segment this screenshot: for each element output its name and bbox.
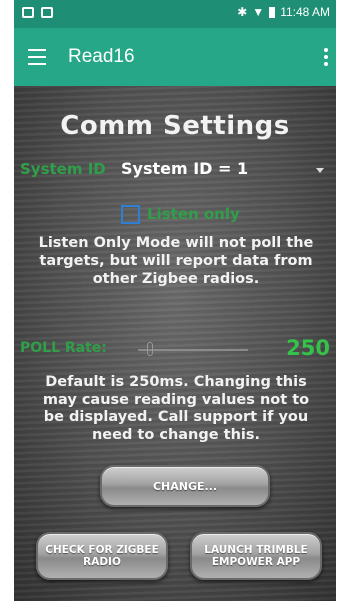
listen-only-label[interactable]: Listen only — [147, 205, 240, 223]
change-button[interactable]: CHANGE... — [100, 465, 270, 507]
dropdown-arrow-icon[interactable] — [316, 168, 324, 173]
launch-trimble-empower-button[interactable]: LAUNCH TRIMBLE EMPOWER APP — [190, 532, 322, 580]
image-icon — [22, 7, 34, 18]
battery-icon — [269, 6, 276, 18]
phone-screen: ✱ ▼ 11:48 AM Read16 Comm Settings System… — [14, 0, 336, 601]
poll-rate-description: Default is 250ms. Changing this may caus… — [42, 374, 310, 443]
listen-only-description: Listen Only Mode will not poll the targe… — [38, 235, 314, 287]
app-bar: Read16 — [14, 28, 336, 86]
status-time: 11:48 AM — [280, 5, 330, 19]
poll-rate-slider[interactable] — [138, 349, 248, 351]
wifi-icon: ▼ — [252, 5, 265, 19]
comm-settings-panel: Comm Settings System ID System ID = 1 Li… — [14, 86, 336, 601]
poll-rate-slider-thumb[interactable] — [147, 342, 153, 356]
check-zigbee-radio-button[interactable]: CHECK FOR ZIGBEE RADIO — [36, 532, 168, 580]
poll-rate-value: 250 — [286, 336, 330, 360]
poll-rate-row: POLL Rate: 250 — [20, 336, 332, 362]
poll-rate-label: POLL Rate: — [20, 340, 107, 356]
system-id-select[interactable]: System ID = 1 — [121, 159, 248, 178]
status-right: ✱ ▼ 11:48 AM — [237, 5, 330, 19]
more-vert-icon[interactable] — [324, 48, 328, 69]
cast-icon — [41, 7, 53, 18]
page-title: Comm Settings — [60, 111, 290, 141]
app-title: Read16 — [68, 46, 135, 67]
system-id-row: System ID System ID = 1 — [20, 158, 330, 182]
system-id-label: System ID — [20, 160, 106, 178]
hamburger-menu-icon[interactable] — [28, 49, 46, 65]
status-bar: ✱ ▼ 11:48 AM — [14, 0, 336, 28]
listen-only-checkbox[interactable] — [121, 205, 140, 224]
bluetooth-icon: ✱ — [237, 5, 248, 19]
status-left-icons — [22, 7, 53, 18]
